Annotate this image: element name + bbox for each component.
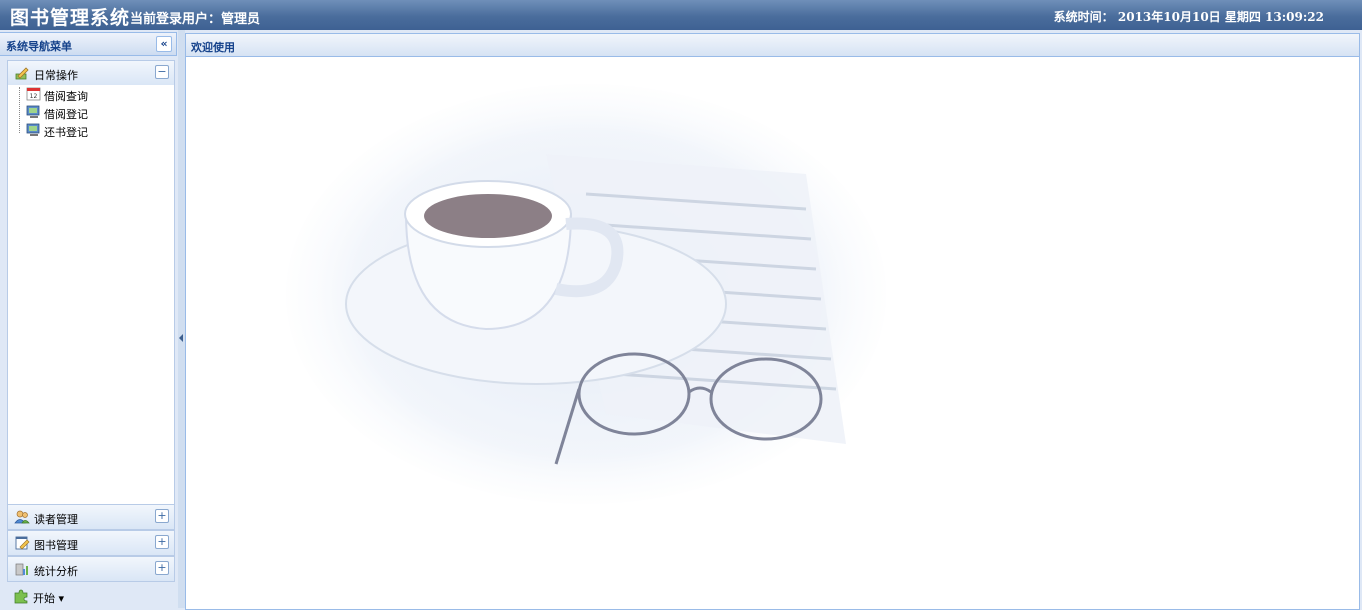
nav-panel-title: 系统导航菜单	[6, 40, 72, 53]
tree-connector	[19, 87, 21, 133]
content-tab-header: 欢迎使用	[186, 34, 1359, 57]
section-label: 图书管理	[34, 539, 78, 552]
app-title: 图书管理系统	[10, 7, 131, 29]
nav-item-label: 还书登记	[44, 126, 88, 139]
section-reader-mgmt[interactable]: 读者管理 +	[7, 504, 175, 530]
section-statistics[interactable]: 统计分析 +	[7, 556, 175, 582]
tab-welcome[interactable]: 欢迎使用	[191, 39, 235, 55]
start-button-label: 开始 ▾	[33, 592, 65, 605]
section-label: 读者管理	[34, 513, 78, 526]
start-button[interactable]: 开始 ▾	[7, 584, 173, 608]
section-label: 统计分析	[34, 565, 78, 578]
nav-item-label: 借阅登记	[44, 108, 88, 121]
main-content-panel: 欢迎使用	[185, 33, 1360, 610]
section-daily-ops-body: 12 借阅查询 借阅登记 还书登记	[7, 85, 175, 505]
panel-splitter[interactable]	[178, 30, 185, 608]
nav-panel: 系统导航菜单 « 日常操作 − 12 借阅查询 借阅登记 还书登记 读者管理 +…	[0, 30, 178, 608]
collapse-arrow-icon[interactable]	[179, 334, 183, 342]
section-daily-ops[interactable]: 日常操作 −	[7, 60, 175, 86]
expand-section-button[interactable]: +	[155, 561, 169, 575]
welcome-image	[286, 84, 886, 504]
svg-text:12: 12	[30, 93, 38, 100]
monitor-icon	[26, 105, 40, 118]
nav-panel-header: 系统导航菜单 «	[0, 32, 177, 56]
collapse-panel-button[interactable]: «	[156, 36, 172, 52]
puzzle-icon	[14, 589, 28, 604]
system-time: 系统时间： 2013年10月10日 星期四 13:09:22	[1054, 8, 1324, 25]
calendar-icon: 12	[26, 87, 41, 101]
expand-section-button[interactable]: +	[155, 509, 169, 523]
collapse-section-button[interactable]: −	[155, 65, 169, 79]
monitor-icon	[26, 123, 40, 136]
chart-icon	[15, 563, 28, 576]
system-time-value: 2013年10月10日 星期四 13:09:22	[1117, 10, 1324, 24]
book-edit-icon	[15, 536, 30, 550]
expand-section-button[interactable]: +	[155, 535, 169, 549]
system-time-label: 系统时间：	[1053, 10, 1114, 24]
users-icon	[14, 510, 30, 524]
nav-item-label: 借阅查询	[44, 90, 88, 103]
current-user-label: 当前登录用户：管理员	[130, 12, 261, 27]
section-book-mgmt[interactable]: 图书管理 +	[7, 530, 175, 556]
top-header: 图书管理系统 当前登录用户：管理员 系统时间： 2013年10月10日 星期四 …	[0, 0, 1362, 30]
section-label: 日常操作	[34, 69, 78, 82]
pencil-icon	[15, 67, 29, 80]
